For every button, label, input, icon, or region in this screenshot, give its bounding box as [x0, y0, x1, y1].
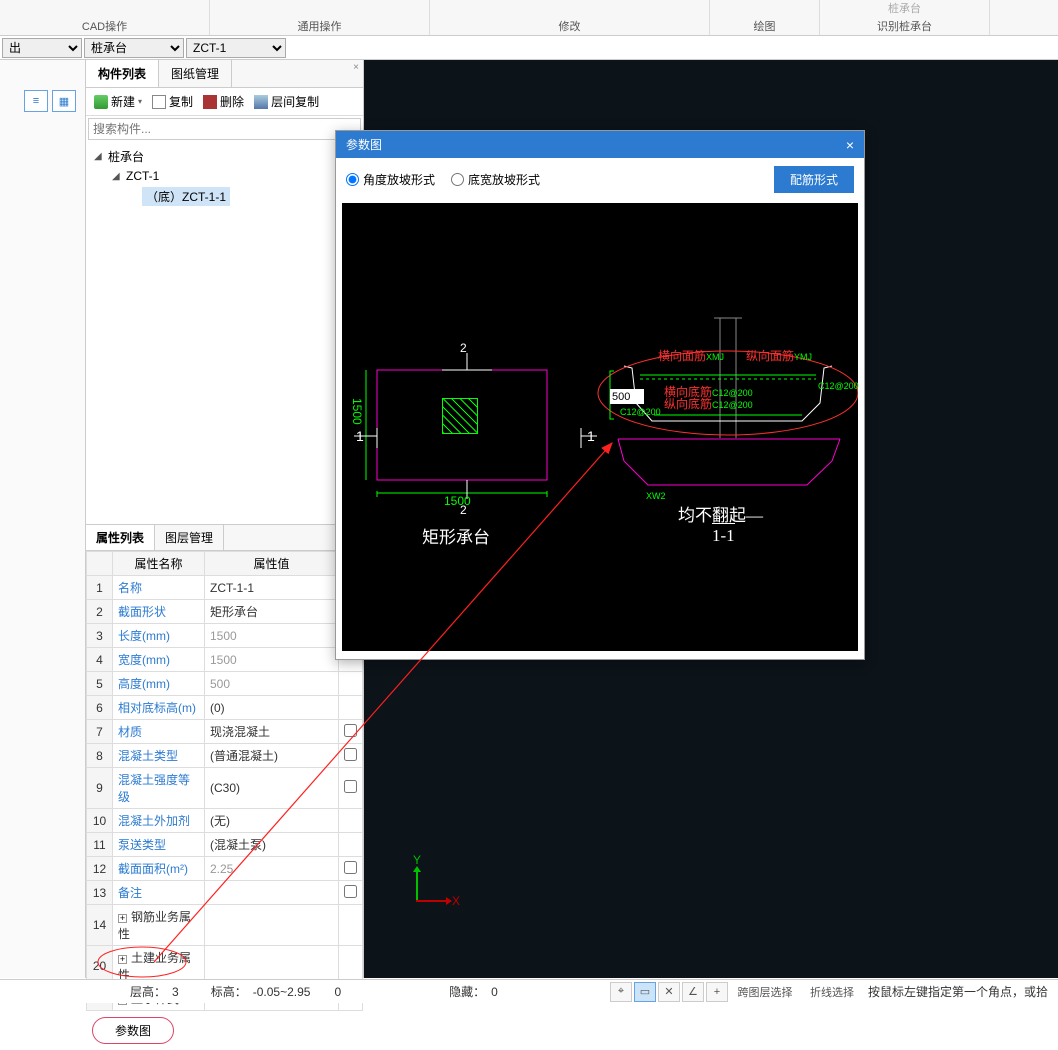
- property-row[interactable]: 14+钢筋业务属性: [87, 905, 363, 946]
- tree-item-zct1-1[interactable]: （底）ZCT-1-1: [94, 185, 355, 208]
- left-panel: ≡ ▦: [0, 60, 86, 978]
- chevron-down-icon: ◢: [94, 151, 104, 162]
- prop-tabs: 属性列表 图层管理: [86, 525, 363, 551]
- radio-angle-slope[interactable]: 角度放坡形式: [346, 171, 435, 188]
- selector-1[interactable]: 出: [2, 38, 82, 58]
- status-angle-icon[interactable]: ∠: [682, 982, 704, 1002]
- polyline-select[interactable]: 折线选择: [802, 982, 862, 1002]
- property-row[interactable]: 9混凝土强度等级(C30): [87, 768, 363, 809]
- component-toolbar: 新建▾ 复制 删除 层间复制: [86, 88, 363, 116]
- ribbon-group-draw: 绘图: [710, 0, 820, 35]
- selector-bar: 出 桩承台 ZCT-1: [0, 36, 1058, 60]
- section-caption-bot: 1-1: [712, 523, 735, 546]
- property-row[interactable]: 6相对底标高(m)(0): [87, 696, 363, 720]
- status-snap-icon[interactable]: ⌖: [610, 982, 632, 1002]
- ribbon-group-cad: CAD操作: [0, 0, 210, 35]
- param-image-button[interactable]: 参数图: [92, 1017, 174, 1044]
- tree-item-root[interactable]: ◢桩承台: [94, 146, 355, 167]
- tab-drawings[interactable]: 图纸管理: [159, 60, 232, 87]
- ribbon: CAD操作 通用操作 修改 绘图 桩承台 识别桩承台: [0, 0, 1058, 36]
- status-bar: 层高：3 标高：-0.05~2.95 0 隐藏：0 ⌖ ▭ ✕ ∠ + 跨图层选…: [0, 979, 1058, 1003]
- property-row[interactable]: 11泵送类型(混凝土泵): [87, 833, 363, 857]
- side-panel: × 构件列表 图纸管理 新建▾ 复制 删除 层间复制 ◢桩承台 ◢ZCT-1 （…: [86, 60, 364, 978]
- tab-attributes[interactable]: 属性列表: [86, 525, 155, 550]
- close-icon[interactable]: ×: [846, 137, 854, 153]
- property-row[interactable]: 12截面面积(m²)2.25: [87, 857, 363, 881]
- search-input[interactable]: [88, 118, 361, 140]
- layers-icon: [254, 95, 268, 109]
- delete-icon: [203, 95, 217, 109]
- property-row[interactable]: 4宽度(mm)1500: [87, 648, 363, 672]
- property-row[interactable]: 7材质现浇混凝土: [87, 720, 363, 744]
- side-tabs: 构件列表 图纸管理: [86, 60, 363, 88]
- property-row[interactable]: 3长度(mm)1500: [87, 624, 363, 648]
- selector-2[interactable]: 桩承台: [84, 38, 184, 58]
- layer-copy-button[interactable]: 层间复制: [250, 91, 323, 112]
- height-input[interactable]: [610, 389, 644, 404]
- param-dialog: 参数图 × 角度放坡形式 底宽放坡形式 配筋形式: [335, 130, 865, 660]
- tab-components[interactable]: 构件列表: [86, 60, 159, 87]
- view-grid-icon[interactable]: ▦: [52, 90, 76, 112]
- property-row[interactable]: 1名称ZCT-1-1: [87, 576, 363, 600]
- chevron-down-icon: ◢: [112, 171, 122, 182]
- cross-layer-select[interactable]: 跨图层选择: [730, 982, 800, 1002]
- side-panel-close-icon[interactable]: ×: [353, 62, 359, 73]
- selector-3[interactable]: ZCT-1: [186, 38, 286, 58]
- property-row[interactable]: 8混凝土类型(普通混凝土): [87, 744, 363, 768]
- tab-layers[interactable]: 图层管理: [155, 525, 224, 550]
- ribbon-group-modify: 修改: [430, 0, 710, 35]
- axis-x: [416, 900, 446, 902]
- pile-hatch: [442, 398, 478, 434]
- status-osnap-icon[interactable]: ✕: [658, 982, 680, 1002]
- new-button[interactable]: 新建▾: [90, 91, 146, 112]
- property-row[interactable]: 13备注: [87, 881, 363, 905]
- property-table: 属性名称属性值 1名称ZCT-1-12截面形状矩形承台3长度(mm)15004宽…: [86, 551, 363, 1011]
- radio-width-slope[interactable]: 底宽放坡形式: [451, 171, 540, 188]
- ribbon-group-common: 通用操作: [210, 0, 430, 35]
- chevron-down-icon: ▾: [138, 97, 142, 106]
- property-row[interactable]: 2截面形状矩形承台: [87, 600, 363, 624]
- status-plus-icon[interactable]: +: [706, 982, 728, 1002]
- tree-item-zct1[interactable]: ◢ZCT-1: [94, 167, 355, 185]
- new-icon: [94, 95, 108, 109]
- dialog-canvas: 2 1500 1500 2 1 1 矩形承台 均不翻起— 1-1 横向面筋XMJ…: [342, 203, 858, 651]
- dialog-titlebar[interactable]: 参数图 ×: [336, 131, 864, 158]
- copy-button[interactable]: 复制: [148, 91, 197, 112]
- copy-icon: [152, 95, 166, 109]
- component-tree: ◢桩承台 ◢ZCT-1 （底）ZCT-1-1: [86, 142, 363, 524]
- plan-caption: 矩形承台: [422, 523, 490, 548]
- axis-y: [416, 872, 418, 902]
- delete-button[interactable]: 删除: [199, 91, 248, 112]
- status-ortho-icon[interactable]: ▭: [634, 982, 656, 1002]
- rebar-form-button[interactable]: 配筋形式: [774, 166, 854, 193]
- property-row[interactable]: 10混凝土外加剂(无): [87, 809, 363, 833]
- property-row[interactable]: 5高度(mm)500: [87, 672, 363, 696]
- ribbon-group-identify: 桩承台 识别桩承台: [820, 0, 990, 35]
- view-list-icon[interactable]: ≡: [24, 90, 48, 112]
